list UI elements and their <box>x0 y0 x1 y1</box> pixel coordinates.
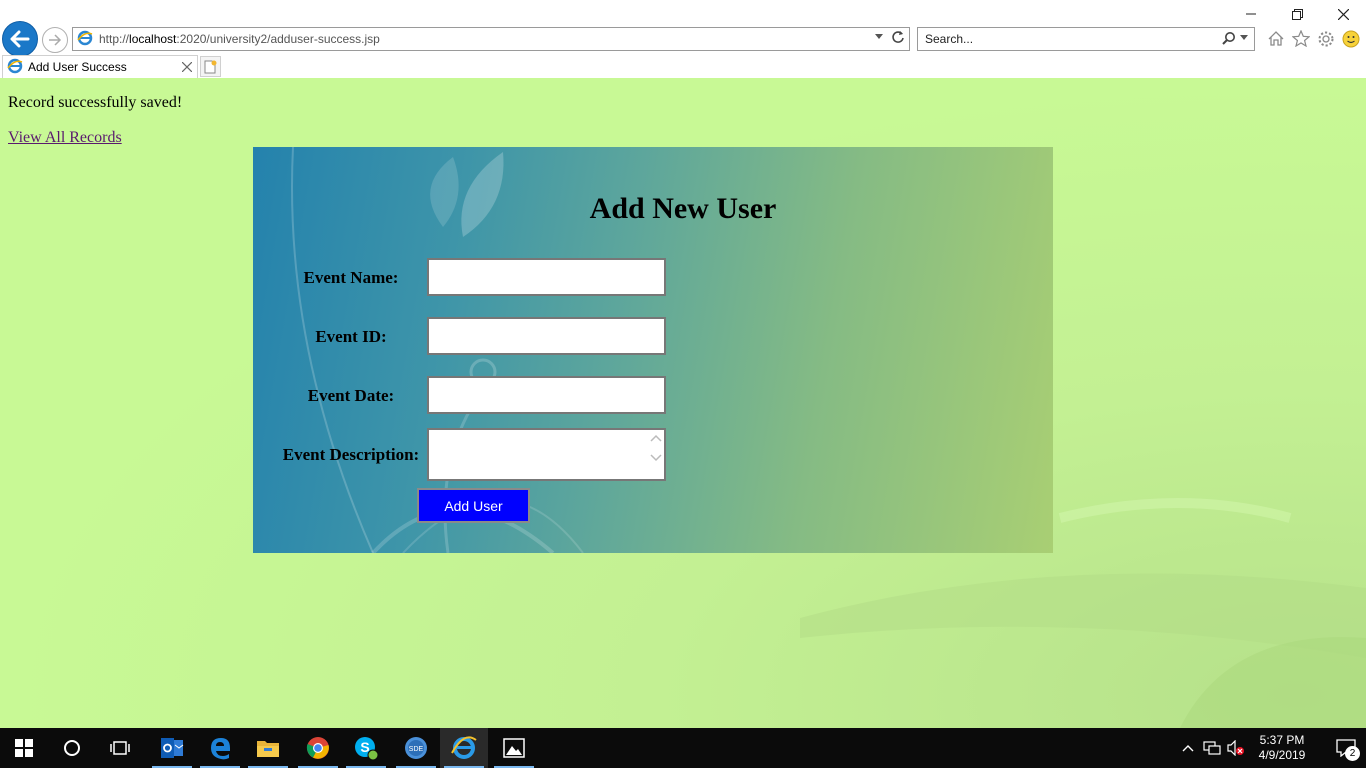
event-date-label: Event Date: <box>307 386 395 405</box>
start-button[interactable] <box>0 728 48 768</box>
taskbar-skype[interactable]: S <box>342 728 390 768</box>
search-tools <box>1222 31 1248 45</box>
taskbar-file-explorer[interactable] <box>244 728 292 768</box>
taskbar-outlook[interactable] <box>148 728 196 768</box>
restore-icon <box>1291 8 1303 20</box>
network-button[interactable] <box>1200 728 1224 768</box>
minimize-icon <box>1246 13 1256 15</box>
tab-title: Add User Success <box>28 60 127 74</box>
chevron-up-icon <box>1182 745 1194 752</box>
chevron-down-icon[interactable] <box>1240 35 1248 41</box>
favorites-star-icon[interactable] <box>1291 29 1310 48</box>
window-controls <box>1228 0 1366 28</box>
network-icon <box>1203 741 1221 755</box>
chevron-down-icon[interactable] <box>875 34 883 40</box>
taskbar-photos[interactable] <box>490 728 538 768</box>
windows-start-icon <box>15 739 33 757</box>
back-button[interactable] <box>2 21 38 57</box>
internet-explorer-icon <box>451 736 477 759</box>
add-user-form-panel: Add New User Event Name: Event ID: Event… <box>253 147 1053 553</box>
volume-muted-icon <box>1227 740 1244 756</box>
sde-icon: SDE <box>405 737 427 759</box>
url-host: localhost <box>129 32 177 46</box>
restore-button[interactable] <box>1274 0 1320 28</box>
event-date-input[interactable] <box>427 376 666 414</box>
address-tools <box>875 30 905 44</box>
smiley-feedback-icon[interactable] <box>1341 29 1360 48</box>
close-icon <box>1337 8 1349 20</box>
taskbar-sde[interactable]: SDE <box>392 728 440 768</box>
cortana-button[interactable] <box>48 728 96 768</box>
tab-add-user-success[interactable]: Add User Success <box>2 55 198 78</box>
search-placeholder: Search... <box>925 32 974 46</box>
arrow-right-icon <box>49 34 62 46</box>
notification-count-badge: 2 <box>1345 746 1360 761</box>
photos-icon <box>503 738 525 758</box>
event-name-input[interactable] <box>427 258 666 296</box>
arrow-left-icon <box>10 30 30 48</box>
event-description-label: Event Description: <box>282 445 420 464</box>
form-title: Add New User <box>589 192 777 225</box>
task-view-button[interactable] <box>96 728 144 768</box>
browser-chrome: http://localhost:2020/university2/adduse… <box>0 0 1366 78</box>
minimize-button[interactable] <box>1228 0 1274 28</box>
new-tab-button[interactable] <box>200 56 221 77</box>
forward-button[interactable] <box>42 27 68 53</box>
chevron-down-icon[interactable] <box>650 454 662 462</box>
taskbar-chrome[interactable] <box>294 728 342 768</box>
new-tab-icon <box>204 60 217 73</box>
outlook-icon <box>161 738 184 758</box>
clock-date: 4/9/2019 <box>1258 748 1306 762</box>
view-all-records-link[interactable]: View All Records <box>8 129 122 147</box>
close-window-button[interactable] <box>1320 0 1366 28</box>
cortana-icon <box>64 740 80 756</box>
gear-icon[interactable] <box>1316 29 1335 48</box>
tab-favicon-icon <box>7 58 23 77</box>
show-hidden-icons-button[interactable] <box>1176 728 1200 768</box>
event-id-input[interactable] <box>427 317 666 355</box>
skype-icon: S <box>355 737 379 761</box>
home-icon[interactable] <box>1266 29 1285 48</box>
svg-text:SDE: SDE <box>409 746 424 753</box>
taskbar-internet-explorer[interactable] <box>440 728 488 768</box>
url-prefix: http:// <box>99 32 130 46</box>
url-path: :2020/university2/adduser-success.jsp <box>176 32 380 46</box>
page-favicon-icon <box>77 30 93 49</box>
refresh-icon[interactable] <box>891 30 905 44</box>
system-tray: 5:37 PM 4/9/2019 2 <box>1176 728 1366 768</box>
add-user-button[interactable]: Add User <box>417 488 530 523</box>
clock-time: 5:37 PM <box>1259 733 1305 747</box>
action-center-button[interactable]: 2 <box>1326 728 1366 768</box>
system-clock[interactable]: 5:37 PM 4/9/2019 <box>1248 733 1316 763</box>
event-id-label: Event ID: <box>315 327 387 346</box>
page-content: Record successfully saved! View All Reco… <box>0 78 1366 728</box>
textarea-scrollbar[interactable] <box>650 434 662 462</box>
task-view-icon <box>110 741 130 755</box>
search-box[interactable]: Search... <box>917 27 1255 51</box>
chevron-up-icon[interactable] <box>650 434 662 442</box>
volume-button[interactable] <box>1224 728 1248 768</box>
taskbar-edge[interactable] <box>196 728 244 768</box>
toolbar-icons <box>1266 29 1360 48</box>
event-name-label: Event Name: <box>303 268 399 287</box>
edge-icon <box>211 738 230 760</box>
close-tab-icon[interactable] <box>181 59 193 75</box>
chrome-icon <box>306 737 329 759</box>
file-explorer-icon <box>257 741 279 757</box>
event-description-textarea[interactable] <box>427 428 666 481</box>
taskbar: S SDE 5:37 PM 4/9/2019 2 <box>0 728 1366 768</box>
address-bar[interactable]: http://localhost:2020/university2/adduse… <box>72 27 910 51</box>
success-message: Record successfully saved! <box>8 94 183 111</box>
search-icon[interactable] <box>1222 31 1236 45</box>
